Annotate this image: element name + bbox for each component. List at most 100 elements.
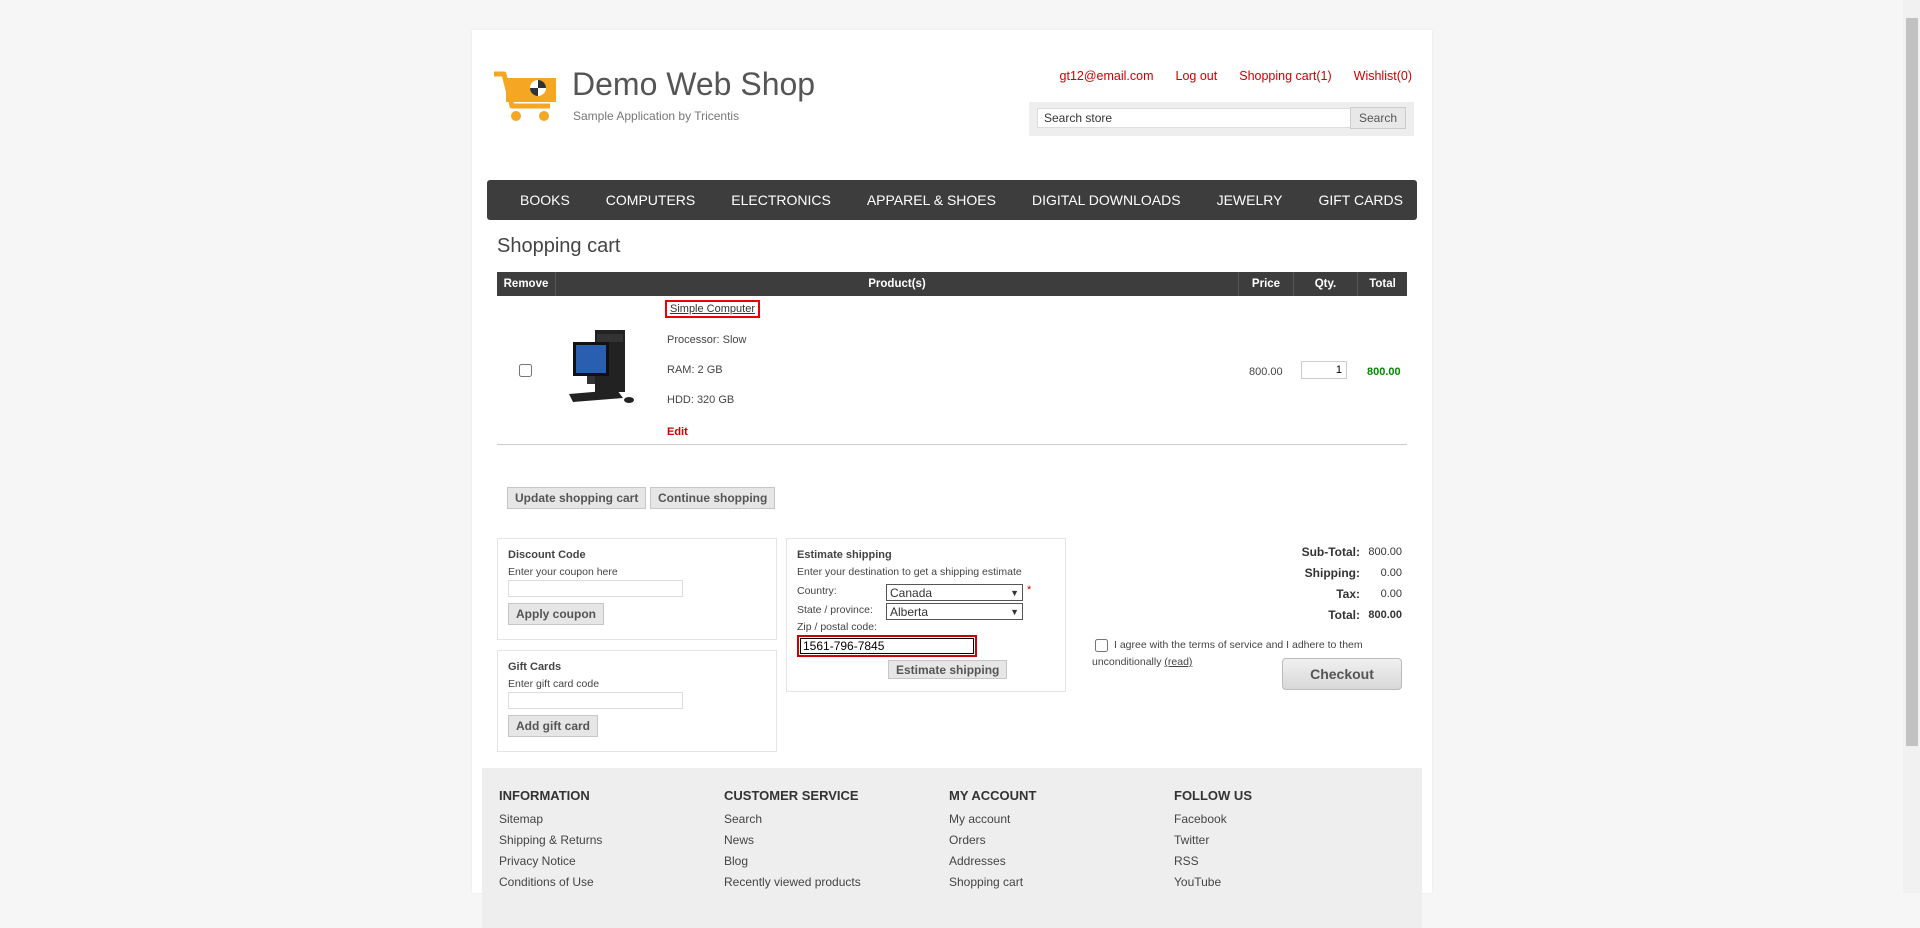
zip-input[interactable] (797, 635, 977, 657)
header-links: gt12@email.com Log out Shopping cart(1) … (1060, 69, 1412, 83)
country-select[interactable]: Canada ▼ (886, 584, 1023, 601)
site-subtitle: Sample Application by Tricentis (573, 109, 740, 123)
footer-customer-service-title: CUSTOMER SERVICE (724, 788, 859, 803)
footer-information-title: INFORMATION (499, 788, 590, 803)
col-products: Product(s) (868, 278, 926, 290)
giftcard-input[interactable] (508, 692, 683, 709)
quantity-input[interactable] (1301, 361, 1347, 379)
terms-read-link[interactable]: (read) (1164, 656, 1192, 668)
nav-apparel-shoes[interactable]: APPAREL & SHOES (849, 192, 1014, 208)
search-button[interactable]: Search (1350, 107, 1406, 129)
footer-link[interactable]: Twitter (1174, 833, 1252, 854)
footer-information: INFORMATION Sitemap Shipping & Returns P… (499, 788, 602, 896)
estimate-shipping-box: Estimate shipping Enter your destination… (786, 538, 1066, 692)
col-qty: Qty. (1314, 278, 1337, 290)
chevron-down-icon: ▼ (1010, 587, 1019, 598)
nav-computers[interactable]: COMPUTERS (588, 192, 713, 208)
discount-box: Discount Code Enter your coupon here App… (497, 538, 777, 640)
col-price: Price (1251, 278, 1281, 290)
nav-jewelry[interactable]: JEWELRY (1199, 192, 1301, 208)
page-scrollbar[interactable] (1903, 0, 1920, 893)
state-value: Alberta (890, 604, 929, 619)
total-value: 800.00 (1368, 609, 1402, 621)
cart-table-header: Remove Product(s) Price Qty. Total (497, 272, 1407, 296)
scrollbar-thumb[interactable] (1906, 18, 1918, 746)
footer-link[interactable]: Addresses (949, 854, 1036, 875)
nav-digital-downloads[interactable]: DIGITAL DOWNLOADS (1014, 192, 1199, 208)
shipping-title: Estimate shipping (797, 549, 892, 561)
continue-shopping-button[interactable]: Continue shopping (650, 487, 776, 509)
discount-text: Enter your coupon here (508, 566, 618, 578)
footer-link[interactable]: Shipping & Returns (499, 833, 602, 854)
nav-books[interactable]: BOOKS (502, 192, 588, 208)
item-subtotal: 800.00 (1367, 366, 1401, 378)
product-attribute-processor: Processor: Slow (667, 334, 747, 346)
product-name-link[interactable]: Simple Computer (665, 300, 760, 318)
chevron-down-icon: ▼ (1010, 606, 1019, 617)
product-attribute-hdd: HDD: 320 GB (667, 394, 735, 406)
giftcard-text: Enter gift card code (508, 678, 600, 690)
site-logo[interactable]: Demo Web Shop Sample Application by Tric… (492, 66, 817, 126)
footer-follow-us-title: FOLLOW US (1174, 788, 1252, 803)
add-giftcard-button[interactable]: Add gift card (508, 715, 598, 737)
apply-coupon-button[interactable]: Apply coupon (508, 603, 604, 625)
cart-table: Remove Product(s) Price Qty. Total Simpl… (497, 272, 1407, 445)
subtotal-label: Sub-Total: (1301, 545, 1360, 559)
unit-price: 800.00 (1249, 366, 1283, 378)
footer-link[interactable]: Sitemap (499, 812, 602, 833)
search-box: Search (1029, 102, 1414, 136)
estimate-shipping-button[interactable]: Estimate shipping (888, 660, 1008, 679)
state-select[interactable]: Alberta ▼ (886, 603, 1023, 620)
page-title: Shopping cart (497, 235, 621, 257)
account-email-link[interactable]: gt12@email.com (1060, 69, 1154, 83)
top-menu: BOOKS COMPUTERS ELECTRONICS APPAREL & SH… (487, 180, 1417, 220)
footer-my-account: MY ACCOUNT My account Orders Addresses S… (949, 788, 1036, 896)
nav-gift-cards[interactable]: GIFT CARDS (1300, 192, 1421, 208)
nav-electronics[interactable]: ELECTRONICS (713, 192, 849, 208)
total-label: Total: (1328, 608, 1360, 622)
shopping-cart-link[interactable]: Shopping cart(1) (1239, 69, 1331, 83)
checkout-button[interactable]: Checkout (1282, 658, 1402, 690)
footer-link[interactable]: Privacy Notice (499, 854, 602, 875)
logout-link[interactable]: Log out (1176, 69, 1218, 83)
state-label: State / province: (797, 604, 873, 616)
footer-link[interactable]: Orders (949, 833, 1036, 854)
giftcard-title: Gift Cards (508, 661, 562, 673)
footer-link[interactable]: RSS (1174, 854, 1252, 875)
col-remove: Remove (503, 278, 549, 290)
tax-value: 0.00 (1380, 588, 1402, 600)
site-title: Demo Web Shop (572, 66, 816, 102)
shipping-label: Shipping: (1304, 566, 1360, 580)
footer: INFORMATION Sitemap Shipping & Returns P… (482, 768, 1422, 928)
discount-title: Discount Code (508, 549, 586, 561)
required-marker: * (1027, 584, 1032, 596)
update-cart-button[interactable]: Update shopping cart (507, 487, 647, 509)
footer-customer-service: CUSTOMER SERVICE Search News Blog Recent… (724, 788, 861, 896)
footer-link[interactable]: News (724, 833, 861, 854)
shipping-text: Enter your destination to get a shipping… (797, 566, 1022, 578)
cart-logo-icon (494, 71, 556, 121)
product-attribute-ram: RAM: 2 GB (667, 364, 723, 376)
zip-label: Zip / postal code: (797, 621, 877, 633)
remove-checkbox[interactable] (519, 364, 532, 377)
footer-link[interactable]: Facebook (1174, 812, 1252, 833)
edit-item-link[interactable]: Edit (667, 426, 688, 438)
col-total: Total (1369, 278, 1396, 290)
footer-link[interactable]: My account (949, 812, 1036, 833)
page-container: Demo Web Shop Sample Application by Tric… (472, 30, 1432, 928)
coupon-input[interactable] (508, 580, 683, 597)
footer-my-account-title: MY ACCOUNT (949, 788, 1037, 803)
country-value: Canada (890, 585, 933, 600)
cart-item-row: Simple Computer Processor: Slow RAM: 2 G… (497, 296, 1407, 445)
footer-link[interactable]: Blog (724, 854, 861, 875)
subtotal-value: 800.00 (1368, 546, 1402, 558)
footer-follow-us: FOLLOW US Facebook Twitter RSS YouTube (1174, 788, 1252, 896)
product-image[interactable] (567, 328, 637, 408)
search-input[interactable] (1037, 108, 1357, 128)
giftcard-box: Gift Cards Enter gift card code Add gift… (497, 650, 777, 752)
footer-link[interactable]: Search (724, 812, 861, 833)
shipping-value: 0.00 (1380, 567, 1402, 579)
wishlist-link[interactable]: Wishlist(0) (1354, 69, 1412, 83)
country-label: Country: (797, 585, 837, 597)
tax-label: Tax: (1336, 587, 1360, 601)
